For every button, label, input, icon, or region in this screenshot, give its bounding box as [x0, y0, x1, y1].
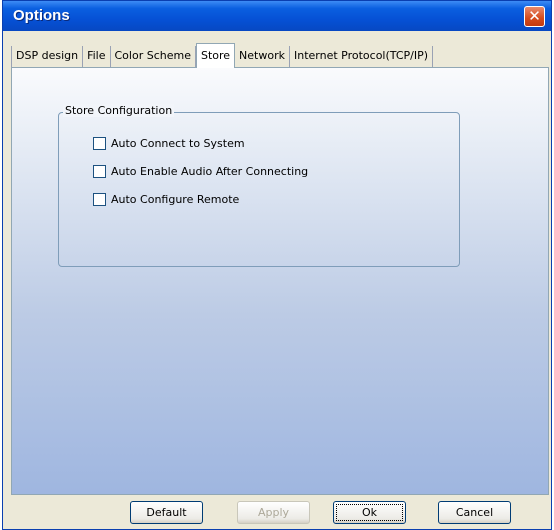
auto-connect-label: Auto Connect to System [111, 137, 245, 150]
auto-connect-checkbox[interactable] [93, 137, 106, 150]
tab-dsp-design[interactable]: DSP design [11, 46, 84, 67]
tab-strip: DSP design File Color Scheme Store Netwo… [11, 43, 551, 68]
close-button[interactable]: ✕ [524, 6, 545, 27]
ok-button[interactable]: Ok [333, 501, 406, 524]
window-title: Options [13, 7, 70, 24]
options-dialog: Options ✕ DSP design File Color Scheme S… [2, 0, 552, 530]
group-title: Store Configuration [63, 104, 175, 117]
title-bar[interactable]: Options ✕ [3, 1, 551, 31]
cancel-button[interactable]: Cancel [438, 501, 511, 524]
auto-connect-option[interactable]: Auto Connect to System [93, 137, 245, 150]
tab-color-scheme[interactable]: Color Scheme [110, 46, 196, 67]
auto-configure-remote-option[interactable]: Auto Configure Remote [93, 193, 239, 206]
tab-store[interactable]: Store [195, 43, 236, 68]
close-icon: ✕ [528, 7, 541, 25]
store-configuration-group: Store Configuration Auto Connect to Syst… [58, 104, 460, 267]
tab-internet-protocol[interactable]: Internet Protocol(TCP/IP) [289, 46, 434, 67]
apply-button[interactable]: Apply [237, 501, 310, 524]
auto-enable-audio-option[interactable]: Auto Enable Audio After Connecting [93, 165, 308, 178]
auto-enable-audio-checkbox[interactable] [93, 165, 106, 178]
store-tab-panel: Store Configuration Auto Connect to Syst… [11, 67, 549, 495]
auto-configure-remote-label: Auto Configure Remote [111, 193, 240, 206]
tab-file[interactable]: File [83, 46, 111, 67]
dialog-button-bar: Default Apply Ok Cancel [3, 495, 551, 530]
auto-enable-audio-label: Auto Enable Audio After Connecting [111, 165, 309, 178]
default-button[interactable]: Default [130, 501, 203, 524]
tab-network[interactable]: Network [235, 46, 290, 67]
auto-configure-remote-checkbox[interactable] [93, 193, 106, 206]
